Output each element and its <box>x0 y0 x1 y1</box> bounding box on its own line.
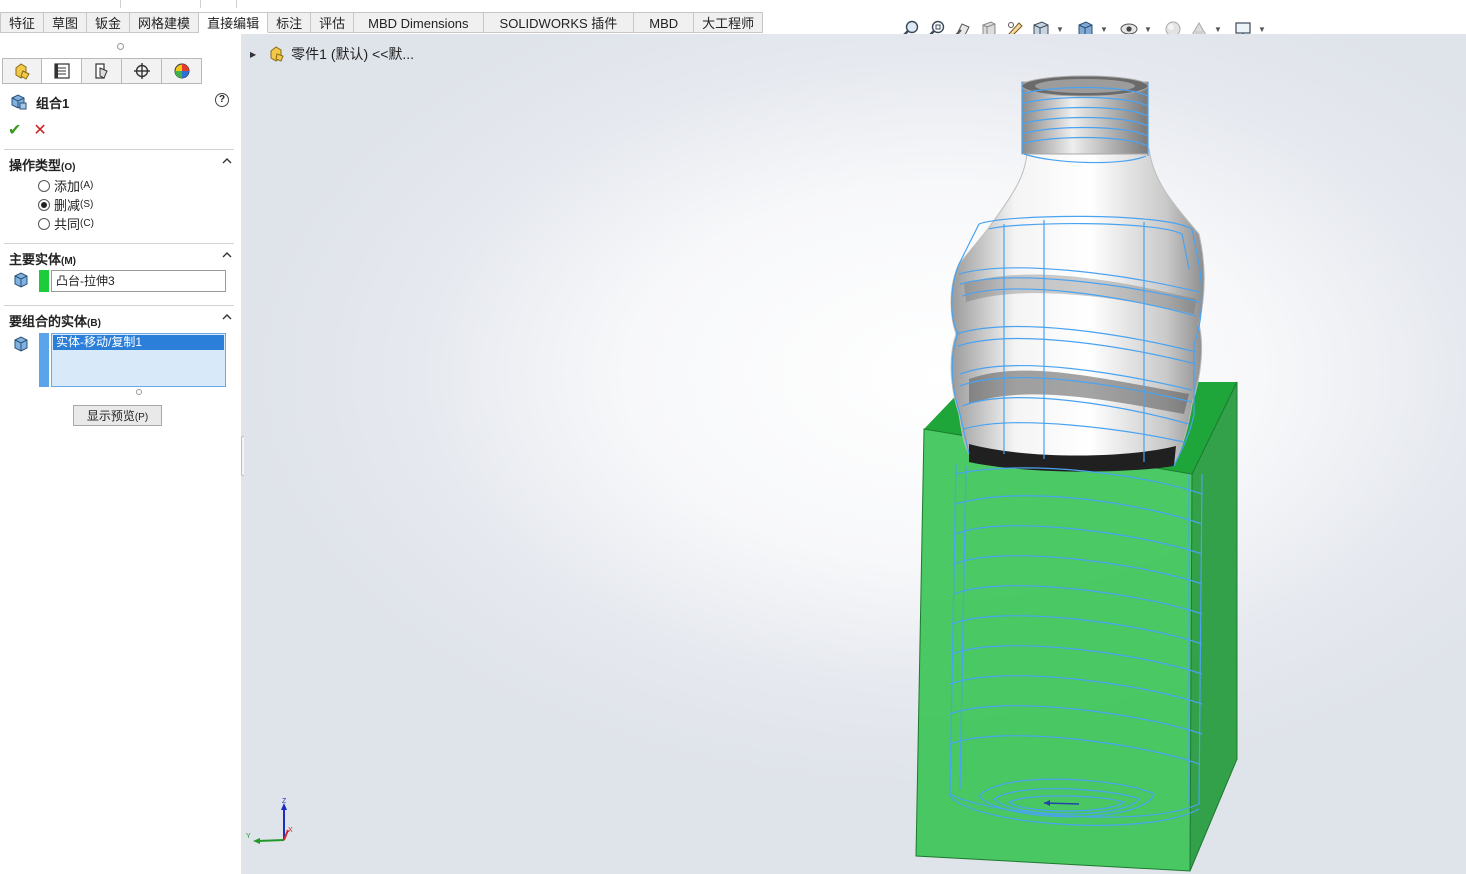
display-manager-tab[interactable] <box>162 58 202 84</box>
configuration-manager-icon <box>94 63 108 79</box>
block-front-face[interactable] <box>916 429 1192 871</box>
bodies-to-combine-heading[interactable]: 要组合的实体(B) <box>9 311 101 330</box>
tab-direct-editing[interactable]: 直接编辑 <box>199 12 269 33</box>
divider <box>4 243 234 244</box>
selection-color-swatch <box>39 333 49 387</box>
display-manager-icon <box>174 63 189 79</box>
bodies-list[interactable]: 实体-移动/复制1 <box>51 333 226 387</box>
graphics-viewport[interactable]: ▶ 零件1 (默认) <<默... Z Y X <box>244 34 1466 874</box>
ok-cancel-row: ✔ ✕ <box>8 120 47 140</box>
separator <box>236 0 237 8</box>
manager-tab-strip <box>2 58 202 84</box>
radio-button[interactable] <box>38 217 50 230</box>
tab-strip: 特征 草图 钣金 网格建模 直接编辑 标注 评估 MBD Dimensions … <box>0 12 764 34</box>
operation-type-heading[interactable]: 操作类型(O) <box>9 155 75 174</box>
feature-manager-tab[interactable] <box>2 58 42 84</box>
expand-arrow-icon[interactable]: ▶ <box>250 50 256 59</box>
tab-sketch[interactable]: 草图 <box>44 12 88 33</box>
resize-grip[interactable] <box>136 389 142 395</box>
chevron-down-icon[interactable]: ▼ <box>1100 25 1108 34</box>
property-manager-panel: 组合1 ? ✔ ✕ 操作类型(O) 添加 (A) 删减 (S) 共同 (C) 主要实体… <box>0 34 242 874</box>
feature-title-row: 组合1 ? <box>10 92 235 112</box>
main-body-field[interactable]: 凸台-拉伸3 <box>51 270 226 292</box>
chevron-down-icon[interactable]: ▼ <box>1214 25 1222 34</box>
tab-evaluate[interactable]: 评估 <box>311 12 355 33</box>
chevron-down-icon[interactable]: ▼ <box>1144 25 1152 34</box>
orientation-triad-icon: Z Y X <box>246 798 293 844</box>
radio-add[interactable]: 添加 (A) <box>38 176 93 195</box>
collapse-chevron-up-icon[interactable] <box>222 313 232 321</box>
cancel-button[interactable]: ✕ <box>33 120 46 140</box>
solid-body-icon <box>14 336 28 352</box>
radio-button[interactable] <box>38 179 50 192</box>
axis-x-label: X <box>288 827 293 834</box>
separator <box>120 0 121 8</box>
panel-grip[interactable] <box>117 43 124 50</box>
separator <box>200 0 201 8</box>
model-graphics[interactable] <box>884 74 1284 874</box>
list-item[interactable]: 实体-移动/复制1 <box>53 335 224 350</box>
chevron-down-icon[interactable]: ▼ <box>1258 25 1266 34</box>
radio-common[interactable]: 共同 (C) <box>38 214 94 233</box>
collapse-chevron-up-icon[interactable] <box>222 157 232 165</box>
feature-title: 组合1 <box>36 95 70 111</box>
divider <box>4 305 234 306</box>
tab-large-engineer[interactable]: 大工程师 <box>694 12 764 33</box>
combine-feature-icon <box>11 94 27 110</box>
help-icon[interactable]: ? <box>215 93 229 107</box>
chevron-down-icon[interactable]: ▼ <box>1056 25 1064 34</box>
part-name: 零件1 (默认) <<默... <box>291 46 415 62</box>
solid-body-icon <box>14 272 28 288</box>
flyout-tree-item[interactable]: ▶ 零件1 (默认) <<默... <box>250 44 414 64</box>
property-manager-tab[interactable] <box>42 58 82 84</box>
tab-mesh-modeling[interactable]: 网格建模 <box>130 12 200 33</box>
feature-manager-icon <box>15 63 30 80</box>
tab-mbd[interactable]: MBD <box>634 12 695 33</box>
selection-color-swatch <box>39 270 49 292</box>
dimxpert-manager-icon <box>133 63 150 79</box>
main-body-heading[interactable]: 主要实体(M) <box>9 249 76 268</box>
radio-button-selected[interactable] <box>38 198 50 211</box>
configuration-manager-tab[interactable] <box>82 58 122 84</box>
show-preview-button[interactable]: 显示预览(P) <box>73 405 162 426</box>
radio-subtract[interactable]: 删减 (S) <box>38 195 93 214</box>
divider <box>4 149 234 150</box>
tab-features[interactable]: 特征 <box>0 12 45 33</box>
tab-mbd-dimensions[interactable]: MBD Dimensions <box>354 12 484 33</box>
collapse-chevron-up-icon[interactable] <box>222 251 232 259</box>
ok-button[interactable]: ✔ <box>8 120 21 140</box>
dimxpert-manager-tab[interactable] <box>122 58 162 84</box>
axis-z-label: Z <box>282 798 287 805</box>
part-icon <box>270 46 284 62</box>
tab-solidworks-addins[interactable]: SOLIDWORKS 插件 <box>483 12 635 33</box>
property-manager-icon <box>53 63 70 79</box>
tab-sheet-metal[interactable]: 钣金 <box>87 12 131 33</box>
axis-y-label: Y <box>246 833 251 840</box>
tab-markup[interactable]: 标注 <box>268 12 312 33</box>
